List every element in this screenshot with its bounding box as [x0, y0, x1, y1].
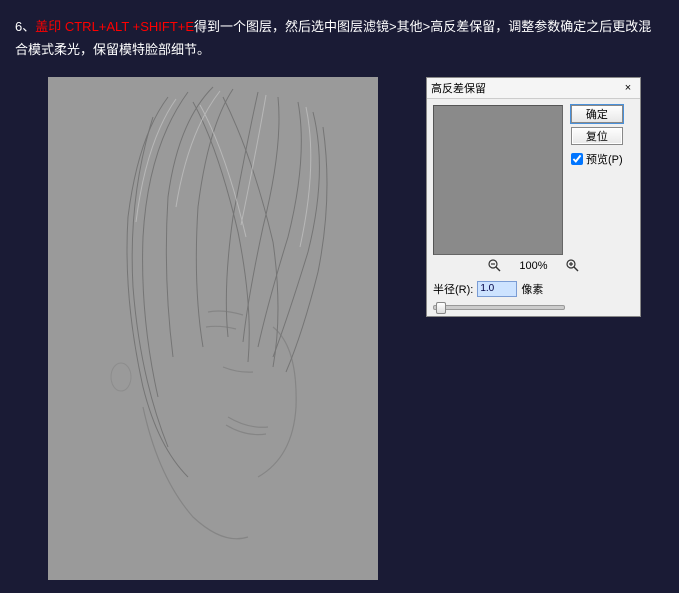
preview-checkbox-row[interactable]: 预览(P) [571, 151, 623, 167]
cancel-button[interactable]: 复位 [571, 127, 623, 145]
preview-checkbox[interactable] [571, 153, 583, 165]
zoom-in-icon[interactable] [566, 259, 580, 273]
radius-slider[interactable] [433, 305, 565, 310]
radius-label: 半径(R): [433, 281, 473, 297]
shortcut-highlight: 盖印 CTRL+ALT +SHIFT+E [35, 19, 194, 34]
radius-input[interactable] [477, 281, 517, 297]
dialog-title: 高反差保留 [431, 80, 486, 96]
zoom-percent: 100% [519, 260, 547, 272]
preview-label: 预览(P) [586, 151, 623, 167]
zoom-out-icon[interactable] [487, 259, 501, 273]
dialog-titlebar[interactable]: 高反差保留 × [427, 78, 640, 99]
high-pass-dialog: 高反差保留 × 确定 复位 预览(P) [426, 77, 641, 317]
close-icon[interactable]: × [620, 82, 636, 94]
instruction-text: 6、盖印 CTRL+ALT +SHIFT+E得到一个图层，然后选中图层滤镜>其他… [0, 0, 679, 62]
canvas-preview [48, 77, 378, 580]
ok-button[interactable]: 确定 [571, 105, 623, 123]
radius-unit: 像素 [521, 281, 543, 297]
step-number: 6、 [15, 19, 35, 34]
filter-preview[interactable] [433, 105, 563, 255]
slider-thumb[interactable] [436, 302, 446, 314]
